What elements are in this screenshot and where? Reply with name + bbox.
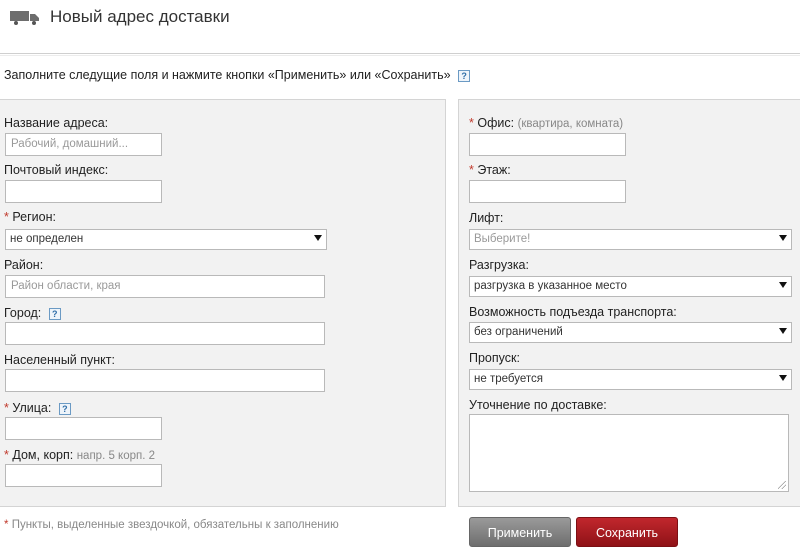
elevator-label: Лифт: — [469, 211, 504, 225]
pass-select-value: не требуется — [474, 373, 543, 385]
resize-handle-icon[interactable] — [778, 481, 786, 489]
unloading-select-value: разгрузка в указанное место — [474, 280, 627, 292]
office-label: * Офис: (квартира, комната) — [469, 116, 623, 130]
region-label-text: Регион: — [12, 210, 56, 224]
postal-code-label: Почтовый индекс: — [4, 163, 109, 177]
address-name-field[interactable]: Рабочий, домашний... — [5, 133, 162, 156]
unloading-select[interactable]: разгрузка в указанное место — [469, 276, 792, 297]
street-label: * Улица: ? — [4, 401, 71, 415]
street-label-text: Улица: — [12, 401, 52, 415]
transport-access-label: Возможность подъезда транспорта: — [469, 305, 677, 319]
instructions: Заполните следущие поля и нажмите кнопки… — [4, 68, 471, 82]
delivery-note-label: Уточнение по доставке: — [469, 398, 607, 412]
apply-button[interactable]: Применить — [469, 517, 571, 547]
floor-field[interactable] — [469, 180, 626, 203]
chevron-down-icon — [314, 235, 322, 241]
required-note: * Пункты, выделенные звездочкой, обязате… — [4, 519, 339, 531]
header-divider-shadow — [0, 55, 800, 56]
pass-select[interactable]: не требуется — [469, 369, 792, 390]
region-select[interactable]: не определен — [5, 229, 327, 250]
city-label: Город: ? — [4, 306, 61, 320]
house-label-text: Дом, корп: — [12, 448, 74, 462]
postal-code-field[interactable] — [5, 180, 162, 203]
required-marker: * — [4, 448, 9, 462]
help-icon[interactable]: ? — [58, 402, 71, 415]
required-marker: * — [4, 519, 9, 531]
chevron-down-icon — [779, 282, 787, 288]
chevron-down-icon — [779, 235, 787, 241]
required-marker: * — [4, 401, 9, 415]
office-field[interactable] — [469, 133, 626, 156]
address-name-label: Название адреса: — [4, 116, 109, 130]
house-hint: напр. 5 корп. 2 — [76, 450, 156, 462]
region-select-value: не определен — [10, 233, 84, 245]
house-label: * Дом, корп: напр. 5 корп. 2 — [4, 448, 155, 462]
street-field[interactable] — [5, 417, 162, 440]
unloading-label: Разгрузка: — [469, 258, 529, 272]
district-label: Район: — [4, 258, 44, 272]
required-marker: * — [4, 210, 9, 224]
office-label-text: Офис: — [477, 116, 515, 130]
chevron-down-icon — [779, 328, 787, 334]
office-hint: (квартира, комната) — [517, 118, 624, 130]
transport-access-select[interactable]: без ограничений — [469, 322, 792, 343]
city-field[interactable] — [5, 322, 325, 345]
help-icon[interactable]: ? — [48, 307, 61, 320]
elevator-select-value: Выберите! — [474, 233, 531, 245]
region-label: * Регион: — [4, 210, 56, 224]
truck-icon — [10, 11, 39, 25]
floor-label-text: Этаж: — [477, 163, 511, 177]
pass-label: Пропуск: — [469, 351, 520, 365]
settlement-label: Населенный пункт: — [4, 353, 115, 367]
required-marker: * — [469, 116, 474, 130]
house-field[interactable] — [5, 464, 162, 487]
district-field[interactable]: Район области, края — [5, 275, 325, 298]
elevator-select[interactable]: Выберите! — [469, 229, 792, 250]
floor-label: * Этаж: — [469, 163, 511, 177]
required-marker: * — [469, 163, 474, 177]
chevron-down-icon — [779, 375, 787, 381]
header-divider — [0, 53, 800, 54]
save-button[interactable]: Сохранить — [576, 517, 678, 547]
required-note-text: Пункты, выделенные звездочкой, обязатель… — [11, 519, 339, 531]
instructions-text: Заполните следущие поля и нажмите кнопки… — [4, 68, 451, 82]
page-title: Новый адрес доставки — [50, 7, 230, 26]
settlement-field[interactable] — [5, 369, 325, 392]
city-label-text: Город: — [4, 306, 42, 320]
help-icon[interactable]: ? — [458, 69, 471, 82]
address-panel — [0, 99, 446, 507]
transport-access-select-value: без ограничений — [474, 326, 563, 338]
delivery-note-textarea[interactable] — [469, 414, 789, 492]
